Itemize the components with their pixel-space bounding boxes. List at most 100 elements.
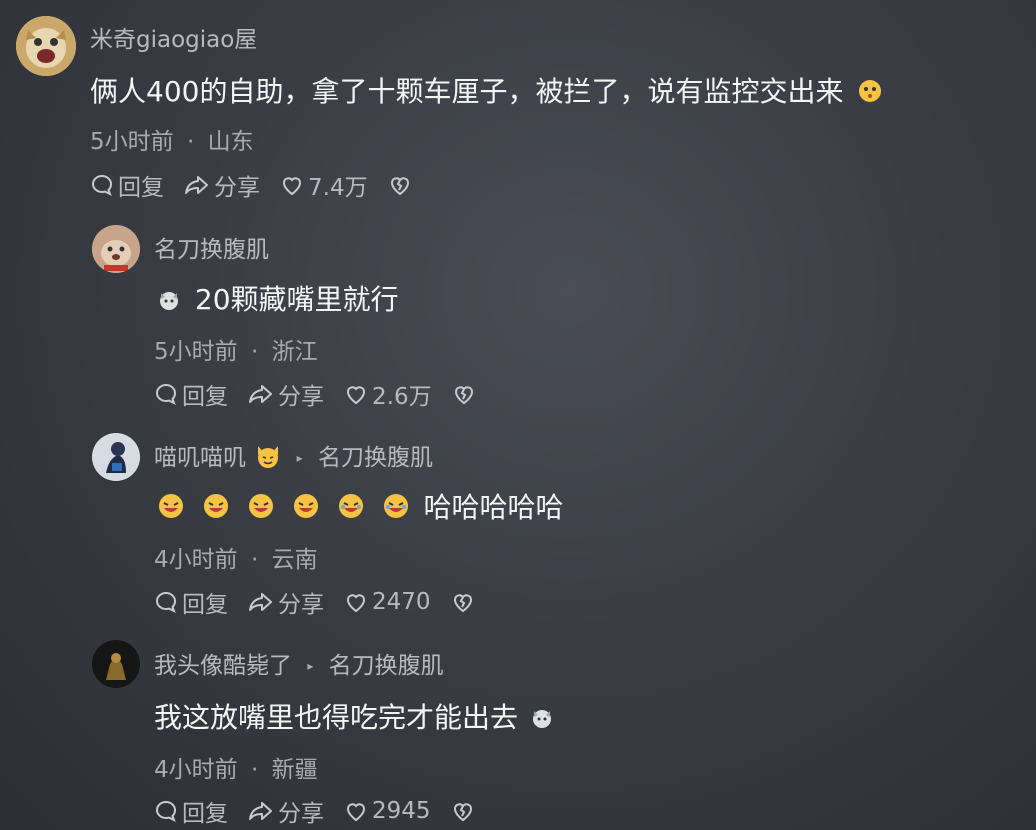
heart-icon [283,177,301,196]
reply-label: 回复 [182,592,228,618]
comment-meta: 5小时前 · 山东 [90,122,254,156]
like-count: 2.6万 [372,384,432,410]
reply-to-username[interactable]: 名刀换腹肌 [318,445,433,471]
tears-of-joy-icon [338,493,364,526]
comment-meta: 4小时前 · 新疆 [154,750,318,784]
meta-separator: · [250,547,259,573]
cat-avatar-icon [16,16,76,76]
like-count: 7.4万 [308,175,368,201]
like-count: 2945 [372,798,431,824]
heart-icon [347,803,365,822]
dislike-button[interactable] [451,799,479,823]
dislike-button[interactable] [452,382,480,406]
comment-meta: 5小时前 · 浙江 [154,332,318,366]
comment-actions: 回复 分享 2945 [154,794,499,828]
meta-separator: · [250,757,259,783]
reply-button[interactable]: 回复 [154,794,228,828]
broken-heart-icon [390,177,409,196]
reply-button[interactable]: 回复 [154,377,228,411]
laughing-emoji-icon [248,493,274,526]
anime-avatar-icon [92,433,140,481]
meta-separator: · [186,129,195,155]
share-button[interactable]: 分享 [248,585,324,619]
username[interactable]: 米奇giaogiao屋 [90,20,257,54]
comment-bubble-icon [92,174,112,196]
avatar[interactable] [92,640,140,688]
username[interactable]: 喵叽喵叽 [154,445,246,471]
share-arrow-icon [249,385,272,403]
timestamp: 4小时前 [154,757,238,783]
share-arrow-icon [185,176,208,194]
tears-of-joy-icon [383,493,409,526]
reply-arrow-icon: ▸ [296,451,303,465]
comment-text: 我这放嘴里也得吃完才能出去 [154,696,553,736]
share-label: 分享 [278,592,324,618]
like-button[interactable]: 2.6万 [344,377,432,411]
cat-emoji-icon [158,285,180,318]
like-button[interactable]: 7.4万 [280,168,368,202]
comment-actions: 回复 分享 7.4万 [90,168,436,202]
cat-emoji-icon [531,703,553,736]
avatar[interactable] [92,433,140,481]
comment-text: 哈哈哈哈哈 [158,486,563,526]
heart-icon [347,594,365,613]
flushed-face-icon [858,77,882,110]
comment-bubble-icon [156,800,176,822]
avatar[interactable] [16,16,76,76]
username-line: 喵叽喵叽 ▸ 名刀换腹肌 [154,438,433,474]
comment-text: 20颗藏嘴里就行 [158,278,399,318]
username-line: 我头像酷毙了 ▸ 名刀换腹肌 [154,646,444,680]
share-button[interactable]: 分享 [248,377,324,411]
username[interactable]: 我头像酷毙了 [154,653,292,679]
share-button[interactable]: 分享 [184,168,260,202]
reply-arrow-icon: ▸ [307,659,314,673]
laughing-emoji-icon [158,493,184,526]
dark-avatar-icon [92,640,140,688]
like-button[interactable]: 2470 [344,589,431,615]
share-arrow-icon [249,593,272,611]
share-label: 分享 [278,384,324,410]
username[interactable]: 名刀换腹肌 [154,230,269,264]
heart-icon [347,386,365,405]
location: 云南 [271,547,318,573]
reply-label: 回复 [182,384,228,410]
cat-face-icon [255,444,281,474]
avatar[interactable] [92,225,140,273]
timestamp: 4小时前 [154,547,238,573]
comment-text: 俩人400的自助，拿了十颗车厘子，被拦了，说有监控交出来 [90,70,882,110]
share-label: 分享 [278,801,324,827]
like-count: 2470 [372,589,431,615]
comment-bubble-icon [156,383,176,405]
reply-button[interactable]: 回复 [154,585,228,619]
share-label: 分享 [214,175,260,201]
dislike-button[interactable] [451,590,479,614]
timestamp: 5小时前 [90,129,174,155]
laughing-emoji-icon [203,493,229,526]
timestamp: 5小时前 [154,339,238,365]
share-button[interactable]: 分享 [248,794,324,828]
location: 山东 [207,129,254,155]
comment-text-content: 我这放嘴里也得吃完才能出去 [154,701,519,734]
comment-text-content: 俩人400的自助，拿了十颗车厘子，被拦了，说有监控交出来 [90,75,844,108]
reply-label: 回复 [182,801,228,827]
comment-text-content: 哈哈哈哈哈 [423,491,564,524]
broken-heart-icon [453,594,472,613]
laughing-emoji-icon [293,493,319,526]
dog-avatar-icon [92,225,140,273]
comment-actions: 回复 分享 2470 [154,585,499,619]
reply-label: 回复 [118,175,164,201]
share-arrow-icon [249,802,272,820]
location: 浙江 [271,339,318,365]
comment-bubble-icon [156,591,176,613]
reply-to-username[interactable]: 名刀换腹肌 [329,653,444,679]
like-button[interactable]: 2945 [344,798,431,824]
broken-heart-icon [453,803,472,822]
location: 新疆 [271,757,318,783]
comment-text-content: 20颗藏嘴里就行 [194,283,399,316]
reply-button[interactable]: 回复 [90,168,164,202]
comment-meta: 4小时前 · 云南 [154,540,318,574]
comment-actions: 回复 分享 2.6万 [154,377,500,411]
dislike-button[interactable] [388,173,416,197]
meta-separator: · [250,339,259,365]
broken-heart-icon [454,386,473,405]
